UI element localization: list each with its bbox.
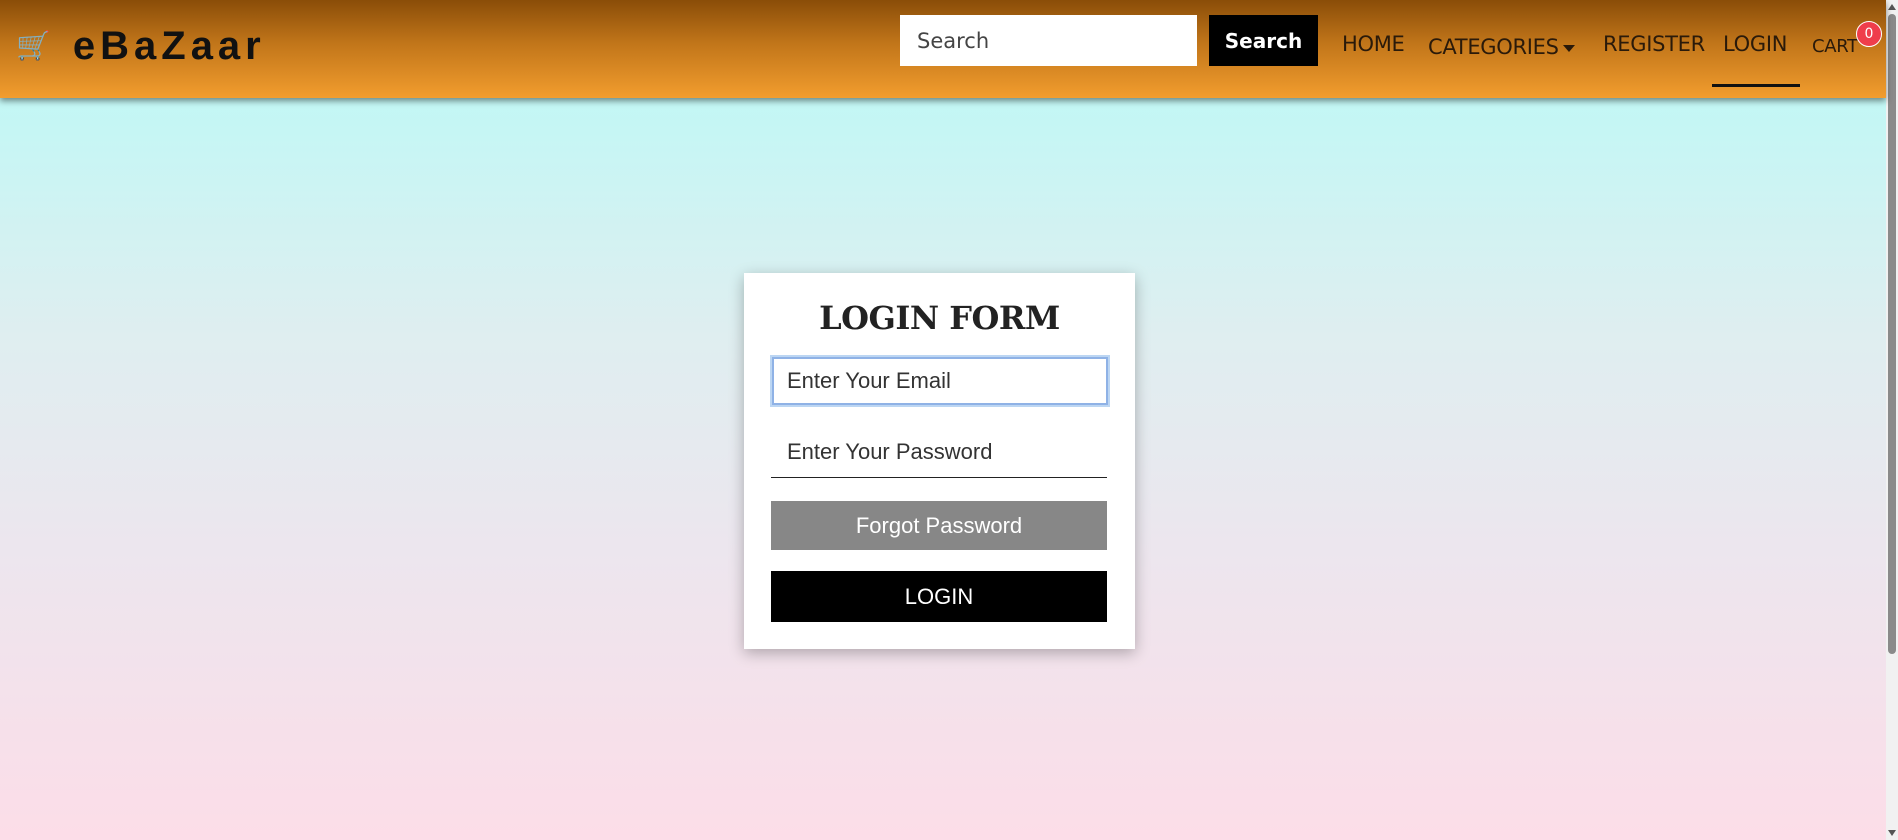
email-field[interactable]: [770, 355, 1110, 407]
nav-register-link[interactable]: REGISTER: [1603, 32, 1705, 62]
nav-categories-label: CATEGORIES: [1428, 35, 1559, 59]
brand-name: eBaZaar: [72, 23, 266, 68]
scroll-down-arrow-icon[interactable]: [1888, 830, 1896, 836]
scroll-up-arrow-icon[interactable]: [1888, 4, 1896, 10]
login-form-title: LOGIN FORM: [819, 299, 1060, 337]
nav-cart-link[interactable]: CART: [1812, 36, 1858, 66]
scrollbar-thumb[interactable]: [1888, 14, 1896, 654]
login-button[interactable]: LOGIN: [771, 571, 1107, 622]
search-button[interactable]: Search: [1209, 15, 1318, 66]
nav-login-link[interactable]: LOGIN: [1723, 32, 1787, 62]
nav-categories-dropdown[interactable]: CATEGORIES: [1428, 32, 1575, 62]
navbar: 🛒 eBaZaar Search HOME CATEGORIES REGISTE…: [0, 0, 1886, 98]
active-link-underline: [1712, 84, 1800, 87]
password-field[interactable]: [771, 426, 1107, 478]
caret-down-icon: [1562, 44, 1575, 52]
search-input[interactable]: [900, 15, 1197, 66]
forgot-password-button[interactable]: Forgot Password: [771, 501, 1107, 550]
brand-logo-link[interactable]: 🛒 eBaZaar: [16, 22, 266, 70]
page-scrollbar[interactable]: [1886, 0, 1898, 840]
nav-home-link[interactable]: HOME: [1342, 32, 1405, 62]
login-form: LOGIN FORM Forgot Password LOGIN: [744, 273, 1135, 649]
cart-count-badge: 0: [1856, 21, 1882, 47]
shopping-cart-icon: 🛒: [16, 29, 51, 62]
